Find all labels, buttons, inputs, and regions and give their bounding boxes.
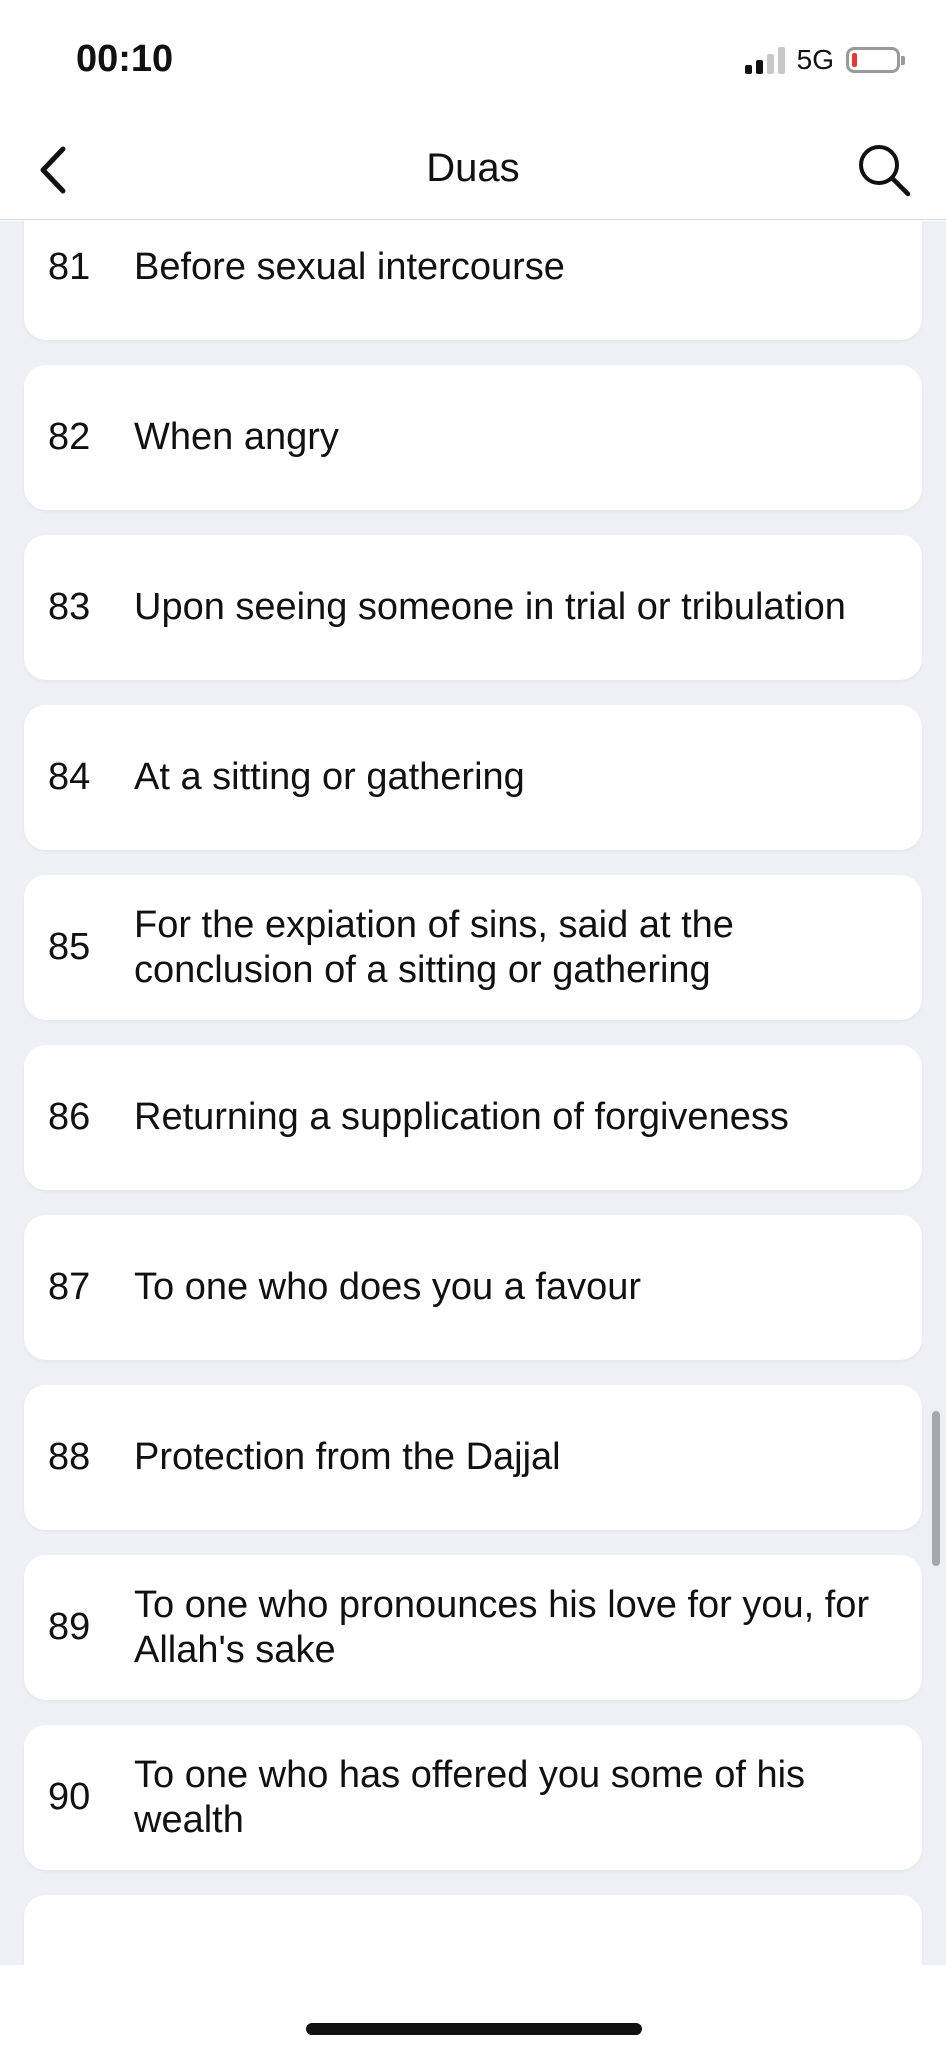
dua-title: Before sexual intercourse — [134, 246, 565, 288]
dua-list-item-partial[interactable] — [24, 1895, 922, 1965]
dua-number: 85 — [48, 926, 91, 968]
battery-low-icon — [846, 47, 905, 73]
dua-title: Returning a supplication of forgiveness — [134, 1096, 789, 1138]
dua-number: 86 — [48, 1096, 91, 1138]
dua-title: To one who pronounces his love for you, … — [134, 1583, 870, 1671]
dua-title: To one who has offered you some of his w… — [134, 1753, 806, 1841]
dua-list-item[interactable]: 87 To one who does you a favour — [24, 1215, 922, 1360]
network-type: 5G — [796, 44, 834, 75]
dua-number: 83 — [48, 586, 91, 628]
dua-list-content: 81 Before sexual intercourse 82 When ang… — [24, 221, 922, 1965]
dua-list-item[interactable]: 83 Upon seeing someone in trial or tribu… — [24, 535, 922, 680]
dua-title: To one who does you a favour — [134, 1266, 642, 1308]
dua-number: 90 — [48, 1776, 91, 1818]
dua-title: For the expiation of sins, said at the c… — [134, 903, 734, 991]
dua-title: Upon seeing someone in trial or tribulat… — [134, 586, 846, 628]
dua-number: 81 — [48, 246, 91, 288]
status-time: 00:10 — [76, 38, 174, 80]
cellular-signal-icon — [744, 46, 785, 74]
home-indicator[interactable] — [306, 2023, 642, 2035]
search-icon — [859, 145, 911, 197]
dua-number: 84 — [48, 756, 91, 798]
bottom-safe-area — [0, 1965, 946, 2048]
scrollbar[interactable] — [932, 1411, 940, 1566]
dua-list-item[interactable]: 90 To one who has offered you some of hi… — [24, 1725, 922, 1870]
dua-list-item[interactable]: 85 For the expiation of sins, said at th… — [24, 875, 922, 1020]
dua-number: 87 — [48, 1266, 91, 1308]
dua-list-item[interactable]: 89 To one who pronounces his love for yo… — [24, 1555, 922, 1700]
dua-list[interactable]: 81 Before sexual intercourse 82 When ang… — [0, 221, 946, 1965]
dua-list-item[interactable]: 88 Protection from the Dajjal — [24, 1385, 922, 1530]
dua-number: 89 — [48, 1606, 91, 1648]
dua-number: 88 — [48, 1436, 91, 1478]
dua-number: 82 — [48, 416, 91, 458]
search-button[interactable] — [852, 138, 916, 202]
status-bar: 00:10 5G — [0, 0, 946, 120]
navigation-bar: Duas — [0, 120, 946, 220]
dua-list-item[interactable]: 82 When angry — [24, 365, 922, 510]
page-title: Duas — [426, 146, 520, 190]
dua-list-item[interactable]: 86 Returning a supplication of forgivene… — [24, 1045, 922, 1190]
dua-list-item[interactable]: 84 At a sitting or gathering — [24, 705, 922, 850]
status-indicators: 5G — [744, 44, 905, 76]
dua-title: Protection from the Dajjal — [134, 1436, 561, 1478]
dua-title: When angry — [134, 416, 339, 458]
dua-title: At a sitting or gathering — [134, 756, 525, 798]
dua-list-item[interactable]: 81 Before sexual intercourse — [24, 221, 922, 340]
